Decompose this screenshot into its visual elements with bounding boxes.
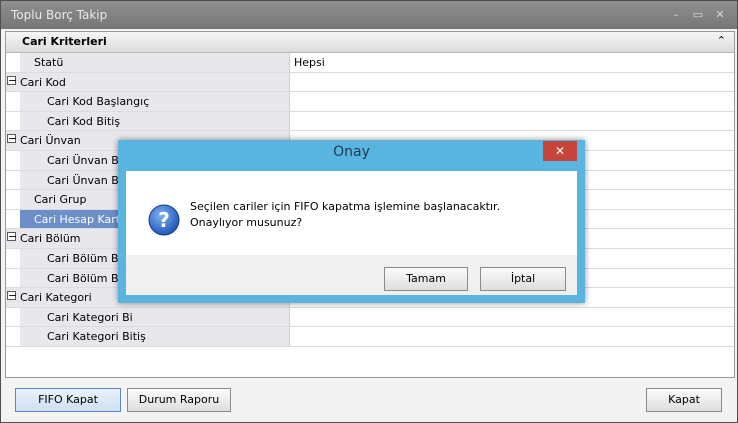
grid-row-label: Cari Kategori Bi xyxy=(47,310,133,324)
collapse-minus-icon[interactable]: − xyxy=(7,133,17,144)
grid-row[interactable]: Cari Kod Bitiş xyxy=(6,111,734,132)
dialog-title: Onay xyxy=(333,144,370,160)
maximize-button[interactable]: ▭ xyxy=(687,7,709,23)
bottom-toolbar: FIFO Kapat Durum Raporu Kapat xyxy=(5,378,733,420)
chevron-double-up-icon[interactable]: ⌃ xyxy=(717,34,726,47)
collapse-minus-icon[interactable]: − xyxy=(7,231,17,242)
grid-row-label: Cari Grup xyxy=(34,193,87,207)
grid-row[interactable]: Cari Kategori Bi xyxy=(6,307,734,328)
grid-row-value-cell[interactable] xyxy=(291,73,734,92)
grid-row-value-cell[interactable] xyxy=(291,92,734,111)
grid-row-label-cell: Cari Kod Başlangıç xyxy=(20,92,290,111)
kapat-button[interactable]: Kapat xyxy=(646,388,722,412)
grid-row-label: Cari Ünvan xyxy=(20,134,81,148)
grid-row-label: Cari Kod xyxy=(20,75,66,89)
grid-row-value: Hepsi xyxy=(294,56,325,69)
close-window-button[interactable]: ✕ xyxy=(709,7,731,23)
grid-row-value-cell[interactable] xyxy=(291,308,734,327)
grid-row-label: Statü xyxy=(34,56,64,69)
grid-row[interactable]: − Cari Kod xyxy=(6,72,734,93)
confirm-dialog: Onay ✕ ? Seçilen cariler için FIFO kapat… xyxy=(118,140,585,303)
question-icon: ? xyxy=(148,204,180,236)
grid-row[interactable]: Cari Kategori Bitiş xyxy=(6,327,734,347)
grid-row-value-cell[interactable]: Hepsi xyxy=(291,53,734,72)
grid-row-label-cell: Cari Kategori Bi xyxy=(20,307,290,327)
tamam-button[interactable]: Tamam xyxy=(384,267,468,291)
svg-text:?: ? xyxy=(158,208,170,232)
grid-row[interactable]: Statü Hepsi xyxy=(6,53,734,73)
collapse-minus-icon[interactable]: − xyxy=(7,290,17,301)
dialog-message: Seçilen cariler için FIFO kapatma işlemi… xyxy=(190,200,501,229)
grid-row-label-cell: Statü xyxy=(20,53,290,72)
dialog-body: ? Seçilen cariler için FIFO kapatma işle… xyxy=(126,171,577,295)
dialog-message-area: ? Seçilen cariler için FIFO kapatma işle… xyxy=(126,171,577,255)
grid-row-label: Cari Hesap Kart T xyxy=(34,212,131,226)
grid-row-label: Cari Kategori xyxy=(20,291,92,305)
grid-row[interactable]: Cari Kod Başlangıç xyxy=(6,92,734,112)
fifo-kapat-button[interactable]: FIFO Kapat xyxy=(15,388,121,412)
grid-row-label: Cari Kod Başlangıç xyxy=(47,95,150,109)
window-title: Toplu Borç Takip xyxy=(11,8,108,22)
collapse-minus-icon[interactable]: − xyxy=(7,75,17,86)
minimize-button[interactable]: – xyxy=(665,7,687,23)
grid-row-label-cell: Cari Kod Bitiş xyxy=(20,111,290,131)
panel-header: Cari Kriterleri ⌃ xyxy=(6,32,734,53)
title-bar: Toplu Borç Takip – ▭ ✕ xyxy=(1,1,737,29)
durum-raporu-button[interactable]: Durum Raporu xyxy=(127,388,231,412)
iptal-button[interactable]: İptal xyxy=(480,267,566,291)
grid-row-value-cell[interactable] xyxy=(291,327,734,346)
grid-row-label-cell: Cari Kategori Bitiş xyxy=(20,327,290,346)
grid-row-label-cell: − Cari Kod xyxy=(6,72,290,92)
dialog-close-button[interactable]: ✕ xyxy=(543,141,577,161)
grid-row-label: Cari Kategori Bitiş xyxy=(47,330,146,344)
grid-row-label: Cari Bölüm xyxy=(20,232,81,246)
grid-row-label: Cari Kod Bitiş xyxy=(47,114,121,128)
panel-title: Cari Kriterleri xyxy=(22,35,107,48)
grid-row-value-cell[interactable] xyxy=(291,112,734,131)
